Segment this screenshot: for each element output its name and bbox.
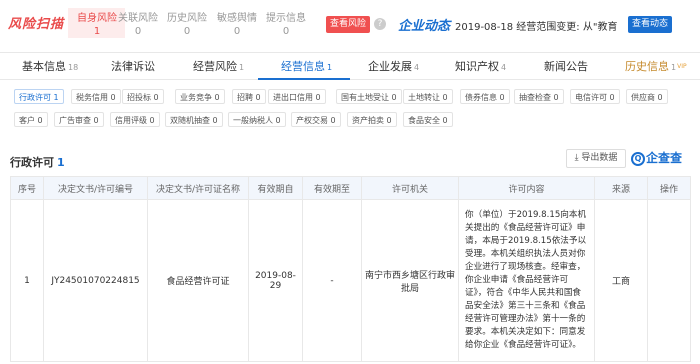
cell-authority: 南宁市西乡塘区行政审批局 (361, 199, 459, 362)
chip-r1-2[interactable]: 招投标 0 (122, 89, 164, 104)
qichacha-logo: Q 企查查 (631, 149, 682, 166)
chip-r2-5[interactable]: 产权交易 0 (291, 112, 341, 127)
section-title: 行政许可 1 (10, 154, 65, 170)
chip-r1-3[interactable]: 业务竞争 0 (175, 89, 225, 104)
active-tab-indicator (258, 78, 350, 80)
table-row: 1 JY24501070224815 食品经营许可证 2019-08-29 - … (10, 199, 691, 362)
tab-count: 1 (671, 63, 677, 72)
chip-r1-6[interactable]: 国有土地受让 0 (336, 89, 402, 104)
tab-label: 经营风险 (193, 60, 237, 73)
chip-r1-11[interactable]: 供应商 0 (626, 89, 668, 104)
tab-count: 4 (501, 63, 507, 72)
company-news-text[interactable]: 2019-08-18 经营范围变更: 从"教育信... (455, 18, 617, 33)
chip-r2-6[interactable]: 资产拍卖 0 (347, 112, 397, 127)
tab-ip[interactable]: 知识产权 4 (455, 53, 506, 80)
tab-business-risk[interactable]: 经营风险 1 (193, 53, 244, 80)
tab-label: 基本信息 (22, 60, 66, 73)
tab-legal[interactable]: 法律诉讼 (111, 53, 157, 80)
chip-r1-8[interactable]: 债券信息 0 (460, 89, 510, 104)
risk-scan-logo: 风险扫描 (8, 17, 65, 32)
chip-r2-7[interactable]: 食品安全 0 (403, 112, 453, 127)
tab-basic-info[interactable]: 基本信息 18 (22, 53, 78, 80)
cell-valid-to: - (302, 199, 362, 362)
cell-number: JY24501070224815 (43, 199, 148, 362)
cell-action (647, 199, 691, 362)
chip-r1-0[interactable]: 行政许可 1 (14, 89, 64, 104)
chip-r2-3[interactable]: 双随机抽查 0 (165, 112, 223, 127)
notice-info-item[interactable]: 提示信息 0 (256, 12, 316, 38)
chip-r1-7[interactable]: 土地转让 0 (403, 89, 453, 104)
view-news-button[interactable]: 查看动态 (628, 16, 672, 33)
main-tabs: 基本信息 18 法律诉讼 经营风险 1 经营信息 1 企业发展 4 知识产权 4 新闻公告… (0, 52, 700, 80)
header-authority: 许可机关 (361, 176, 459, 200)
tab-history[interactable]: 历史信息 1VIP (625, 53, 687, 80)
section-title-label: 行政许可 (10, 156, 54, 169)
cell-index: 1 (10, 199, 44, 362)
chip-r1-1[interactable]: 税务信用 0 (71, 89, 121, 104)
tab-label: 新闻公告 (544, 60, 588, 73)
cell-source: 工商 (594, 199, 648, 362)
tab-label: 企业发展 (368, 60, 412, 73)
notice-info-label: 提示信息 (266, 13, 306, 24)
chip-r1-9[interactable]: 抽查检查 0 (514, 89, 564, 104)
chip-r2-4[interactable]: 一般纳税人 0 (228, 112, 286, 127)
chip-r2-0[interactable]: 客户 0 (14, 112, 48, 127)
view-risk-button[interactable]: 查看风险 (326, 16, 370, 33)
chip-r1-5[interactable]: 进出口信用 0 (268, 89, 326, 104)
header-action: 操作 (647, 176, 691, 200)
risk-scan-bar: 风险扫描 自身风险 1 关联风险 0 历史风险 0 敏感舆情 0 提示信息 0 … (0, 0, 700, 52)
brand-name: 企查查 (646, 151, 683, 165)
license-table: 序号 决定文书/许可编号 决定文书/许可证名称 有效期自 有效期至 许可机关 许… (10, 176, 691, 362)
tab-label: 历史信息 (625, 60, 669, 73)
help-icon[interactable]: ? (374, 18, 386, 30)
tab-label: 经营信息 (281, 60, 325, 73)
tab-business-info[interactable]: 经营信息 1 (281, 53, 332, 80)
cell-valid-from: 2019-08-29 (248, 199, 303, 362)
tab-count: 4 (414, 63, 420, 72)
chip-r1-10[interactable]: 电信许可 0 (570, 89, 620, 104)
tab-development[interactable]: 企业发展 4 (368, 53, 419, 80)
cell-name: 食品经营许可证 (147, 199, 249, 362)
header-source: 来源 (594, 176, 648, 200)
header-number: 决定文书/许可编号 (43, 176, 148, 200)
section-count: 1 (57, 156, 65, 169)
header-valid-from: 有效期自 (248, 176, 303, 200)
tab-news[interactable]: 新闻公告 (544, 53, 590, 80)
table-header-row: 序号 决定文书/许可编号 决定文书/许可证名称 有效期自 有效期至 许可机关 许… (10, 176, 691, 200)
chip-r1-4[interactable]: 招聘 0 (232, 89, 266, 104)
notice-info-count: 0 (282, 26, 290, 37)
cell-content: 你（单位）于2019.8.15向本机关提出的《食品经营许可证》申请，本局于201… (458, 199, 595, 362)
vip-badge: VIP (677, 63, 687, 70)
tab-label: 法律诉讼 (111, 60, 155, 73)
tab-label: 知识产权 (455, 60, 499, 73)
tab-count: 18 (68, 63, 79, 72)
tab-count: 1 (239, 63, 245, 72)
export-label: 导出数据 (581, 153, 618, 163)
export-data-button[interactable]: ⤓ 导出数据 (566, 149, 626, 168)
tab-count: 1 (327, 63, 333, 72)
header-index: 序号 (10, 176, 44, 200)
chip-r2-2[interactable]: 信用评级 0 (110, 112, 160, 127)
header-name: 决定文书/许可证名称 (147, 176, 249, 200)
download-icon: ⤓ (574, 153, 579, 163)
brand-circle-icon: Q (631, 151, 645, 166)
header-valid-to: 有效期至 (302, 176, 362, 200)
chip-r2-1[interactable]: 广告审查 0 (54, 112, 104, 127)
header-content: 许可内容 (458, 176, 595, 200)
company-news-title: 企业动态 (398, 19, 451, 34)
